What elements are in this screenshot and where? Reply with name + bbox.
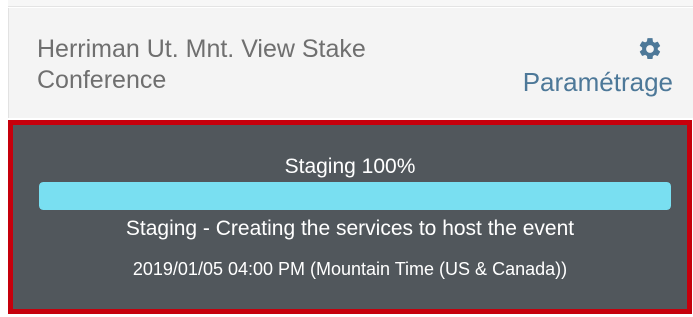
progress-bar (39, 182, 671, 210)
settings-label[interactable]: Paramétrage (523, 66, 673, 98)
staging-status-panel: Staging 100% Staging - Creating the serv… (8, 120, 692, 314)
gear-icon[interactable] (637, 36, 663, 62)
event-schedule: 2019/01/05 04:00 PM (Mountain Time (US &… (132, 259, 568, 279)
settings-link[interactable]: Paramétrage (493, 36, 673, 100)
progress-label: Staging 100% (284, 155, 416, 178)
top-divider (8, 0, 693, 7)
event-title: Herriman Ut. Mnt. View Stake Conference (37, 35, 366, 94)
event-header: Herriman Ut. Mnt. View Stake Conference … (8, 8, 693, 118)
event-status-card: Herriman Ut. Mnt. View Stake Conference … (0, 0, 693, 317)
progress-fill (39, 182, 671, 210)
status-message: Staging - Creating the services to host … (125, 217, 575, 240)
